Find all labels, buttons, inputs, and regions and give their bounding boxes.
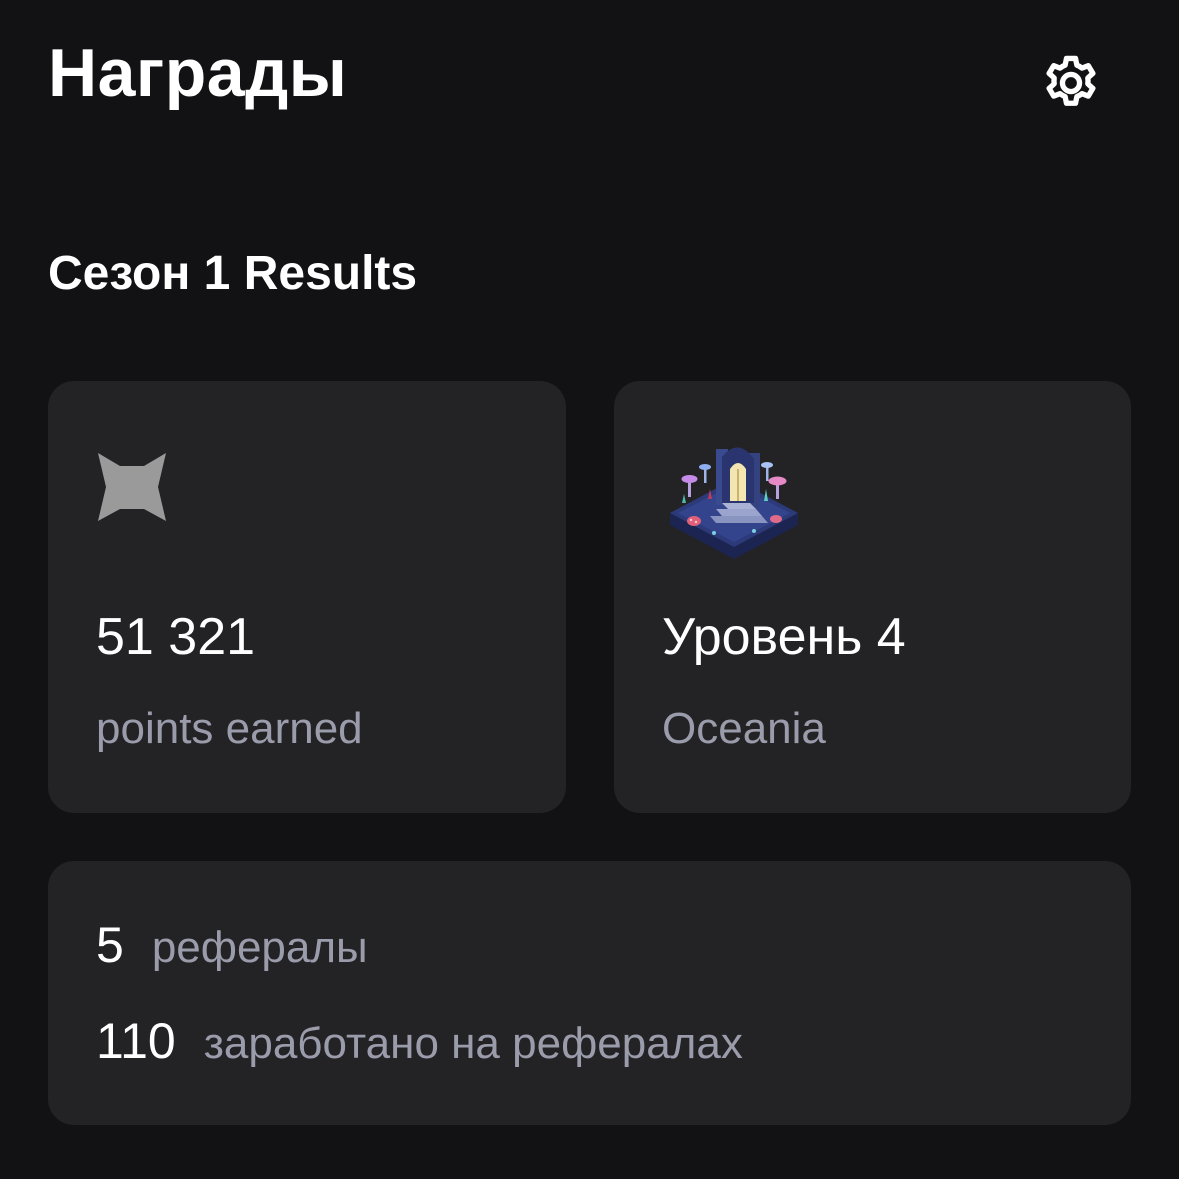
points-value: 51 321 bbox=[96, 608, 256, 666]
referral-count: 5 bbox=[96, 917, 124, 973]
referral-count-label: рефералы bbox=[151, 923, 368, 972]
points-label: points earned bbox=[96, 704, 363, 753]
level-region-label: Oceania bbox=[662, 704, 826, 753]
referrals-card: 5 рефералы 110 заработано на рефералах bbox=[48, 861, 1131, 1125]
level-card: Уровень 4 Oceania bbox=[614, 381, 1131, 813]
referral-earned-label: заработано на рефералах bbox=[203, 1019, 743, 1068]
page-title: Награды bbox=[48, 35, 348, 111]
referral-earned: 110 bbox=[96, 1013, 176, 1069]
points-card: 51 321 points earned bbox=[48, 381, 566, 813]
fox-logo-icon bbox=[98, 453, 166, 521]
gear-icon bbox=[1046, 55, 1096, 106]
referral-earned-row: 110 заработано на рефералах bbox=[96, 1009, 743, 1076]
level-value: Уровень 4 bbox=[662, 608, 906, 666]
season-title: Сезон 1 Results bbox=[48, 247, 418, 300]
settings-button[interactable] bbox=[1034, 46, 1108, 120]
referral-count-row: 5 рефералы bbox=[96, 913, 368, 980]
oceania-level-illustration bbox=[670, 447, 798, 559]
